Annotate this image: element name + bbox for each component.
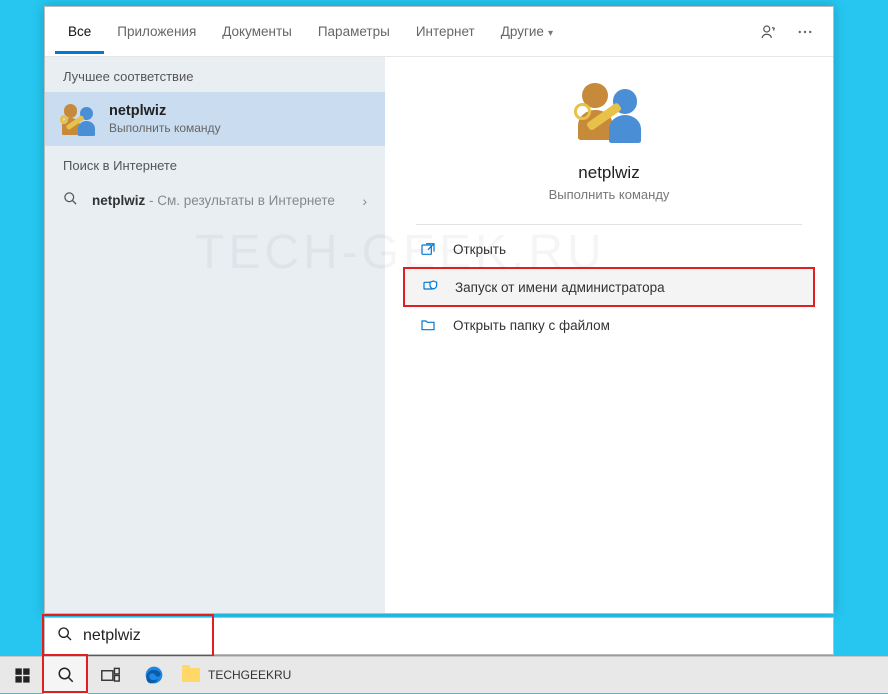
popup-body: Лучшее соответствие netplwiz Выполнить к…	[45, 57, 833, 613]
taskbar-folder-label: TECHGEEKRU	[208, 668, 291, 682]
netplwiz-icon	[61, 102, 95, 136]
search-input[interactable]	[83, 627, 821, 645]
more-options-icon[interactable]	[787, 14, 823, 50]
web-result-suffix: - См. результаты в Интернете	[145, 193, 335, 208]
tab-web[interactable]: Интернет	[403, 10, 488, 54]
start-button[interactable]	[0, 657, 44, 694]
tab-settings[interactable]: Параметры	[305, 10, 403, 54]
action-run-as-admin[interactable]: Запуск от имени администратора	[403, 267, 815, 307]
shield-icon	[419, 279, 441, 295]
best-match-subtitle: Выполнить команду	[109, 121, 221, 135]
chevron-down-icon: ▾	[548, 28, 553, 39]
best-match-text: netplwiz Выполнить команду	[109, 103, 221, 135]
best-match-label: Лучшее соответствие	[45, 57, 385, 92]
web-search-result[interactable]: netplwiz - См. результаты в Интернете ›	[45, 181, 385, 220]
action-open-label: Открыть	[453, 242, 506, 257]
action-list: Открыть Запуск от имени администратора О…	[385, 231, 833, 343]
tabs-row: Все Приложения Документы Параметры Интер…	[45, 7, 833, 57]
web-result-text: netplwiz - См. результаты в Интернете	[92, 193, 362, 208]
edge-browser-button[interactable]	[132, 657, 176, 694]
results-left-column: Лучшее соответствие netplwiz Выполнить к…	[45, 57, 385, 613]
taskbar-search-button[interactable]	[44, 657, 88, 694]
search-input-bar[interactable]	[44, 617, 834, 655]
details-right-column: netplwiz Выполнить команду Открыть Запус…	[385, 57, 833, 613]
open-icon	[417, 241, 439, 257]
best-match-result[interactable]: netplwiz Выполнить команду	[45, 92, 385, 146]
search-icon	[63, 191, 78, 210]
chevron-right-icon: ›	[362, 193, 367, 209]
best-match-title: netplwiz	[109, 103, 221, 119]
taskbar: TECHGEEKRU	[0, 656, 888, 693]
action-open-file-location[interactable]: Открыть папку с файлом	[403, 307, 815, 343]
action-open[interactable]: Открыть	[403, 231, 815, 267]
folder-open-icon	[417, 317, 439, 333]
details-title: netplwiz	[578, 163, 639, 183]
web-search-label: Поиск в Интернете	[45, 146, 385, 181]
tab-more[interactable]: Другие ▾	[488, 10, 566, 54]
taskbar-folder-button[interactable]: TECHGEEKRU	[176, 657, 303, 694]
action-run-as-admin-label: Запуск от имени администратора	[455, 280, 665, 295]
feedback-icon[interactable]	[751, 14, 787, 50]
tab-all[interactable]: Все	[55, 10, 104, 54]
folder-icon	[182, 668, 200, 682]
action-open-folder-label: Открыть папку с файлом	[453, 318, 610, 333]
netplwiz-large-icon	[577, 79, 641, 143]
search-icon	[57, 626, 73, 646]
web-result-name: netplwiz	[92, 193, 145, 208]
search-popup: Все Приложения Документы Параметры Интер…	[44, 6, 834, 614]
tab-more-label: Другие	[501, 24, 544, 39]
details-subtitle: Выполнить команду	[549, 187, 670, 202]
task-view-button[interactable]	[88, 657, 132, 694]
tab-apps[interactable]: Приложения	[104, 10, 209, 54]
tab-documents[interactable]: Документы	[209, 10, 305, 54]
divider	[416, 224, 801, 225]
